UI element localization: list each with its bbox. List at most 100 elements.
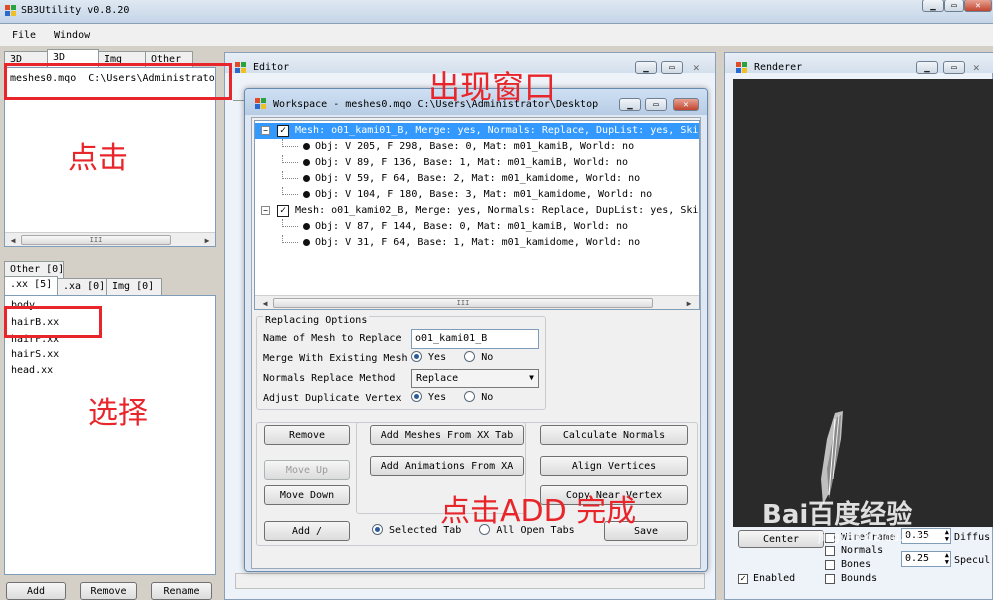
workspace-minimize-button[interactable]: ▁ xyxy=(619,98,641,111)
editor-minimize-button[interactable]: ▁ xyxy=(635,61,657,74)
tree-mesh-node[interactable]: − ✓ Mesh: o01_kami02_B, Merge: yes, Normal… xyxy=(255,203,699,219)
renderer-maximize-button[interactable]: ▭ xyxy=(943,61,965,74)
object-bullet-icon xyxy=(303,175,310,182)
workspace-close-button[interactable]: ✕ xyxy=(673,98,699,111)
replacing-options-title: Replacing Options xyxy=(263,315,370,326)
enabled-checkbox[interactable]: ✓ xyxy=(738,574,748,584)
tab-xa[interactable]: .xa [0] xyxy=(57,278,107,295)
tree-rows: − ✓ Mesh: o01_kami01_B, Merge: yes, Normal… xyxy=(255,121,699,297)
center-button[interactable]: Center xyxy=(738,530,824,548)
merge-label: Merge With Existing Mesh xyxy=(263,353,408,364)
scroll-right-icon[interactable]: ▶ xyxy=(683,297,695,309)
minimize-icon: ▁ xyxy=(627,99,633,110)
tree-hscroll[interactable]: ◀ III ▶ xyxy=(255,295,699,309)
calculate-normals-button[interactable]: Calculate Normals xyxy=(540,425,688,445)
collapse-icon[interactable]: − xyxy=(261,126,270,135)
editor-bottom-bar xyxy=(235,573,705,589)
adjust-no-radio[interactable] xyxy=(464,391,476,402)
enabled-label: Enabled xyxy=(753,573,796,584)
mesh-checkbox[interactable]: ✓ xyxy=(277,205,289,217)
editor-close-icon[interactable]: ✕ xyxy=(693,61,700,74)
adjust-vertex-label: Adjust Duplicate Vertex xyxy=(263,393,402,404)
maximize-icon: ▭ xyxy=(951,0,957,11)
object-bullet-icon xyxy=(303,143,310,150)
tab-xx[interactable]: .xx [5] xyxy=(4,276,58,295)
annotation-select: 选择 xyxy=(88,396,148,431)
list-item[interactable]: head.xx xyxy=(11,365,53,376)
chevron-down-icon: ▼ xyxy=(529,373,534,382)
selected-tab-radio[interactable] xyxy=(372,524,383,535)
merge-yes-label: Yes xyxy=(428,352,447,363)
list-item[interactable]: hairS.xx xyxy=(11,349,59,360)
render-viewport[interactable] xyxy=(733,79,993,527)
mesh-name-input[interactable]: o01_kami01_B xyxy=(411,329,539,349)
mesh-name-label: Name of Mesh to Replace xyxy=(263,333,402,344)
normals-checkbox[interactable] xyxy=(825,546,835,556)
close-button[interactable]: ✕ xyxy=(964,0,992,12)
add-animations-button[interactable]: Add Animations From XA xyxy=(370,456,524,476)
object-bullet-icon xyxy=(303,191,310,198)
minimize-button[interactable]: ▁ xyxy=(922,0,944,12)
merge-no-radio[interactable] xyxy=(464,351,476,362)
annotation-click-add-done: 点击ADD 完成 xyxy=(440,494,637,529)
mesh-checkbox[interactable]: ✓ xyxy=(277,125,289,137)
menu-window[interactable]: Window xyxy=(54,30,90,41)
maximize-button[interactable]: ▭ xyxy=(944,0,964,12)
normals-method-label: Normals Replace Method xyxy=(263,373,396,384)
tree-connector xyxy=(282,139,298,147)
editor-maximize-button[interactable]: ▭ xyxy=(661,61,683,74)
scroll-thumb[interactable]: III xyxy=(273,298,653,308)
tree-connector xyxy=(282,219,298,227)
annotation-window-appears: 出现窗口 xyxy=(428,68,557,106)
tree-mesh-node[interactable]: − ✓ Mesh: o01_kami01_B, Merge: yes, Normal… xyxy=(255,123,699,139)
annotation-box-file xyxy=(4,63,232,100)
merge-yes-radio[interactable] xyxy=(411,351,422,362)
tree-connector xyxy=(282,235,298,243)
add-meshes-button[interactable]: Add Meshes From XX Tab xyxy=(370,425,524,445)
adjust-yes-radio[interactable] xyxy=(411,391,422,402)
workspace-icon xyxy=(255,98,267,110)
app-icon xyxy=(5,5,17,17)
renderer-title: Renderer xyxy=(754,62,803,73)
collapse-icon[interactable]: − xyxy=(261,206,270,215)
tab-img-count[interactable]: Img [0] xyxy=(106,278,162,295)
maximize-icon: ▭ xyxy=(951,62,957,73)
renderer-close-icon[interactable]: ✕ xyxy=(973,61,980,74)
remove-mesh-button[interactable]: Remove xyxy=(264,425,350,445)
maximize-icon: ▭ xyxy=(669,62,675,73)
mesh-label: Mesh: o01_kami01_B, Merge: yes, Normals:… xyxy=(295,125,699,136)
spinner-arrows-icon[interactable]: ▲ ▼ xyxy=(945,552,949,566)
file-list-hscroll[interactable]: ◀ III ▶ xyxy=(5,232,215,246)
bones-checkbox[interactable] xyxy=(825,560,835,570)
move-up-button[interactable]: Move Up xyxy=(264,460,350,480)
spinner-arrows-icon[interactable]: ▲ ▼ xyxy=(945,529,949,543)
bounds-checkbox[interactable] xyxy=(825,574,835,584)
align-vertices-button[interactable]: Align Vertices xyxy=(540,456,688,476)
specular-label: Specul xyxy=(954,555,991,566)
workspace-maximize-button[interactable]: ▭ xyxy=(645,98,667,111)
maximize-icon: ▭ xyxy=(653,99,659,110)
app-title: SB3Utility v0.8.20 xyxy=(21,5,130,16)
add-to-editor-button[interactable]: Add / xyxy=(264,521,350,541)
scroll-right-icon[interactable]: ▶ xyxy=(201,234,213,246)
scroll-left-icon[interactable]: ◀ xyxy=(7,234,19,246)
add-button[interactable]: Add xyxy=(6,582,66,600)
renderer-minimize-button[interactable]: ▁ xyxy=(916,61,938,74)
move-down-button[interactable]: Move Down xyxy=(264,485,350,505)
minimize-icon: ▁ xyxy=(643,62,649,73)
editor-title: Editor xyxy=(253,62,290,73)
remove-button[interactable]: Remove xyxy=(80,582,137,600)
rename-button[interactable]: Rename xyxy=(151,582,212,600)
menu-file[interactable]: File xyxy=(12,30,36,41)
normals-method-select[interactable]: Replace ▼ xyxy=(411,369,539,388)
object-label: Obj: V 31, F 64, Base: 1, Mat: m01_kamid… xyxy=(315,237,641,248)
mesh-tree: − ✓ Mesh: o01_kami01_B, Merge: yes, Normal… xyxy=(254,120,700,310)
object-bullet-icon xyxy=(303,159,310,166)
specular-spinner[interactable]: 0.25 ▲ ▼ xyxy=(901,551,951,567)
specular-value: 0.25 xyxy=(905,553,930,564)
scroll-left-icon[interactable]: ◀ xyxy=(259,297,271,309)
adjust-radio-group: Yes No xyxy=(411,391,493,403)
object-label: Obj: V 104, F 180, Base: 3, Mat: m01_kam… xyxy=(315,189,653,200)
scroll-thumb[interactable]: III xyxy=(21,235,171,245)
object-label: Obj: V 87, F 144, Base: 0, Mat: m01_kami… xyxy=(315,221,629,232)
